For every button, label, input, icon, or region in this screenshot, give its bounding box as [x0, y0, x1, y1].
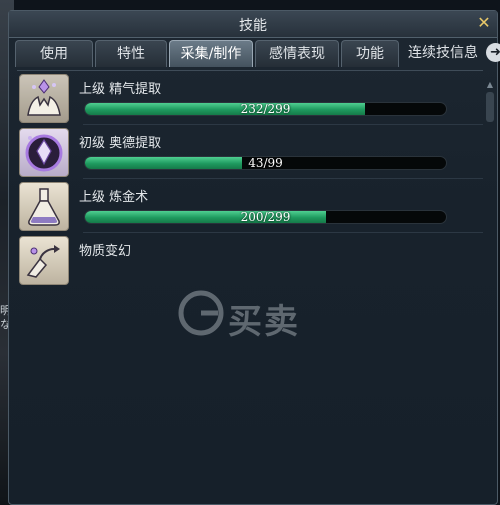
- skill-name: 上级 炼金术: [79, 190, 149, 205]
- tab-scroll-right-icon[interactable]: ➜: [486, 43, 500, 62]
- skills-window: 技能 ✕ 使用 特性 采集/制作 感情表现 功能 连续技信息 ➜ 上级 精气提取: [8, 10, 500, 505]
- skill-list: 上级 精气提取 232/299 初级 奥德提取 43/99 上级 炼金术 200…: [17, 70, 483, 501]
- title-bar[interactable]: 技能 ✕: [9, 11, 497, 38]
- hands-crystal-icon[interactable]: [19, 74, 69, 123]
- tab-functions[interactable]: 功能: [341, 40, 399, 67]
- potion-flask-icon[interactable]: [19, 182, 69, 231]
- skill-row[interactable]: 上级 炼金术 200/299: [17, 179, 483, 233]
- skill-name: 上级 精气提取: [79, 82, 162, 97]
- skill-progress-text: 232/299: [240, 102, 291, 116]
- skill-progress-text: 200/299: [240, 210, 291, 224]
- window-title: 技能: [239, 18, 267, 34]
- scroll-thumb[interactable]: [486, 92, 494, 122]
- skill-progress-bar: 43/99: [84, 156, 447, 170]
- purple-crystal-icon[interactable]: [19, 128, 69, 177]
- skill-row[interactable]: 物质变幻: [17, 233, 483, 287]
- skill-progress-bar: 200/299: [84, 210, 447, 224]
- watermark-logo-icon: [178, 290, 224, 336]
- tab-combo-info[interactable]: 连续技信息: [401, 40, 485, 67]
- tab-bar: 使用 特性 采集/制作 感情表现 功能 连续技信息 ➜: [15, 40, 500, 68]
- tab-gather-craft[interactable]: 采集/制作: [169, 40, 253, 67]
- skill-row[interactable]: 上级 精气提取 232/299: [17, 71, 483, 125]
- skill-progress-bar: 232/299: [84, 102, 447, 116]
- scroll-up-icon[interactable]: ▲: [485, 80, 495, 90]
- watermark-text: 买卖: [228, 302, 300, 342]
- tab-traits[interactable]: 特性: [95, 40, 167, 67]
- close-icon[interactable]: ✕: [475, 14, 493, 32]
- transmutation-hand-icon[interactable]: [19, 236, 69, 285]
- tab-emotes[interactable]: 感情表现: [255, 40, 339, 67]
- vertical-scrollbar[interactable]: ▲: [485, 80, 495, 498]
- skill-name: 物质变幻: [79, 244, 132, 259]
- tab-use[interactable]: 使用: [15, 40, 93, 67]
- skill-name: 初级 奥德提取: [79, 136, 162, 151]
- skill-row[interactable]: 初级 奥德提取 43/99: [17, 125, 483, 179]
- skill-progress-text: 43/99: [248, 156, 283, 170]
- watermark: 买卖: [178, 288, 338, 342]
